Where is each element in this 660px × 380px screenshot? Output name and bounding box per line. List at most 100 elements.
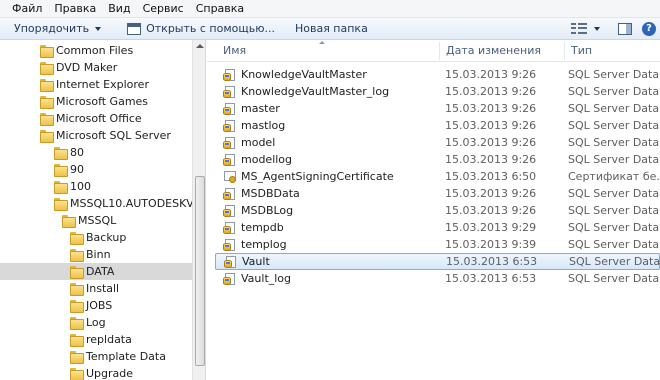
tree-item[interactable]: Upgrade: [0, 365, 192, 380]
file-row[interactable]: MSDBLog 15.03.2013 9:26 SQL Server Data...: [215, 202, 660, 219]
folder-icon: [40, 45, 54, 58]
folder-icon: [70, 351, 84, 364]
tree-item[interactable]: repldata: [0, 331, 192, 348]
tree-item[interactable]: Common Files: [0, 42, 192, 59]
certificate-icon: [223, 170, 237, 183]
preview-pane-icon[interactable]: [618, 23, 632, 35]
file-row[interactable]: MSDBData 15.03.2013 9:26 SQL Server Data..…: [215, 185, 660, 202]
tree-item-label: JOBS: [86, 299, 113, 312]
tree-item-label: Internet Explorer: [56, 78, 149, 91]
scrollbar-thumb[interactable]: [195, 176, 205, 366]
tree-item[interactable]: Binn: [0, 246, 192, 263]
tree-item[interactable]: Internet Explorer: [0, 76, 192, 93]
tree-item-label: Microsoft Games: [56, 95, 149, 108]
file-row[interactable]: MS_AgentSigningCertificate 15.03.2013 6:5…: [215, 168, 660, 185]
file-date: 15.03.2013 9:29: [445, 221, 537, 234]
chevron-down-icon: [594, 27, 600, 31]
database-file-icon: [223, 136, 237, 149]
file-row[interactable]: Vault_log 15.03.2013 6:53 SQL Server Data.…: [215, 270, 660, 287]
tree-item[interactable]: MSSQL10.AUTODESKVAULT: [0, 195, 205, 212]
database-file-icon: [223, 102, 237, 115]
folder-icon: [70, 232, 84, 245]
database-file-icon: [223, 187, 237, 200]
scroll-up-arrow-icon[interactable]: [196, 44, 204, 48]
folder-icon: [70, 317, 84, 330]
change-view-button[interactable]: [569, 19, 602, 39]
folder-icon: [54, 181, 68, 194]
file-type: SQL Server Data...: [568, 153, 660, 166]
new-folder-button[interactable]: Новая папка: [289, 19, 374, 39]
file-list: Имя Дата изменения Тип KnowledgeVaultMas…: [207, 40, 660, 380]
file-row[interactable]: KnowledgeVaultMaster_log 15.03.2013 9:26 S…: [215, 83, 660, 100]
tree-item-label: DATA: [86, 265, 115, 278]
file-row[interactable]: modellog 15.03.2013 9:26 SQL Server Data..…: [215, 151, 660, 168]
tree-item[interactable]: 90: [0, 161, 192, 178]
chevron-down-icon: [95, 26, 102, 31]
file-name: tempdb: [241, 221, 284, 234]
tree-item[interactable]: MSSQL: [0, 212, 192, 229]
folder-icon: [70, 368, 84, 380]
tree-item-label: 80: [70, 146, 84, 159]
file-row[interactable]: Vault 15.03.2013 6:53 SQL Server Data...: [215, 253, 660, 270]
tree-item-label: Upgrade: [86, 367, 134, 380]
tree-item-label: Log: [86, 316, 106, 329]
menu-file[interactable]: Файл: [6, 1, 48, 17]
navigation-pane: Common Files DVD Maker Internet Explorer Mi…: [0, 40, 206, 380]
command-bar: Упорядочить Открыть с помощью... Новая п…: [0, 18, 660, 40]
folder-icon: [70, 300, 84, 313]
tree-item[interactable]: JOBS: [0, 297, 192, 314]
menu-bar: Файл Правка Вид Сервис Справка: [0, 0, 660, 18]
file-name: MS_AgentSigningCertificate: [241, 170, 394, 183]
tree-item-label: repldata: [86, 333, 132, 346]
file-date: 15.03.2013 9:26: [445, 68, 537, 81]
tree-item[interactable]: Backup: [0, 229, 192, 246]
open-with-button[interactable]: Открыть с помощью...: [121, 19, 281, 39]
menu-help[interactable]: Справка: [190, 1, 250, 17]
column-header-name[interactable]: Имя: [217, 40, 439, 62]
menu-edit[interactable]: Правка: [48, 1, 102, 17]
file-date: 15.03.2013 9:39: [445, 238, 537, 251]
organize-button[interactable]: Упорядочить: [8, 19, 107, 39]
file-date: 15.03.2013 9:26: [445, 102, 537, 115]
file-row[interactable]: mastlog 15.03.2013 9:26 SQL Server Data...: [215, 117, 660, 134]
folder-icon: [40, 79, 54, 92]
help-icon[interactable]: ?: [642, 22, 656, 36]
file-row[interactable]: tempdb 15.03.2013 9:29 SQL Server Data...: [215, 219, 660, 236]
tree-item[interactable]: Log: [0, 314, 192, 331]
application-icon: [127, 22, 142, 35]
folder-icon: [70, 283, 84, 296]
column-header-type[interactable]: Тип: [565, 40, 660, 62]
tree-item[interactable]: Microsoft SQL Server: [0, 127, 192, 144]
file-name: KnowledgeVaultMaster: [241, 68, 367, 81]
file-row[interactable]: master 15.03.2013 9:26 SQL Server Data...: [215, 100, 660, 117]
file-date: 15.03.2013 9:26: [445, 85, 537, 98]
nav-scrollbar[interactable]: [192, 40, 205, 380]
tree-item-label: MSSQL10.AUTODESKVAULT: [70, 197, 206, 210]
tree-item[interactable]: 100: [0, 178, 192, 195]
file-name: modellog: [241, 153, 293, 166]
file-row[interactable]: model 15.03.2013 9:26 SQL Server Data...: [215, 134, 660, 151]
folder-icon: [70, 266, 84, 279]
tree-item[interactable]: Microsoft Games: [0, 93, 192, 110]
file-type: SQL Server Data...: [568, 238, 660, 251]
tree-item[interactable]: Template Data: [0, 348, 192, 365]
database-file-icon: [223, 153, 237, 166]
file-date: 15.03.2013 6:53: [445, 272, 537, 285]
menu-view[interactable]: Вид: [102, 1, 136, 17]
file-name: Vault_log: [241, 272, 292, 285]
menu-tools[interactable]: Сервис: [137, 1, 190, 17]
tree-item[interactable]: DVD Maker: [0, 59, 192, 76]
tree-item[interactable]: Install: [0, 280, 192, 297]
file-row[interactable]: KnowledgeVaultMaster 15.03.2013 9:26 SQL S…: [215, 66, 660, 83]
folder-icon: [54, 147, 68, 160]
tree-item-label: Microsoft SQL Server: [56, 129, 171, 142]
file-date: 15.03.2013 9:26: [445, 187, 537, 200]
tree-item-label: Common Files: [56, 44, 134, 57]
file-date: 15.03.2013 9:26: [445, 204, 537, 217]
tree-item[interactable]: 80: [0, 144, 192, 161]
file-row[interactable]: templog 15.03.2013 9:39 SQL Server Data...: [215, 236, 660, 253]
tree-item[interactable]: DATA: [0, 263, 192, 280]
column-header-date[interactable]: Дата изменения: [440, 40, 564, 62]
tree-item[interactable]: Microsoft Office: [0, 110, 192, 127]
file-name: MSDBData: [241, 187, 300, 200]
